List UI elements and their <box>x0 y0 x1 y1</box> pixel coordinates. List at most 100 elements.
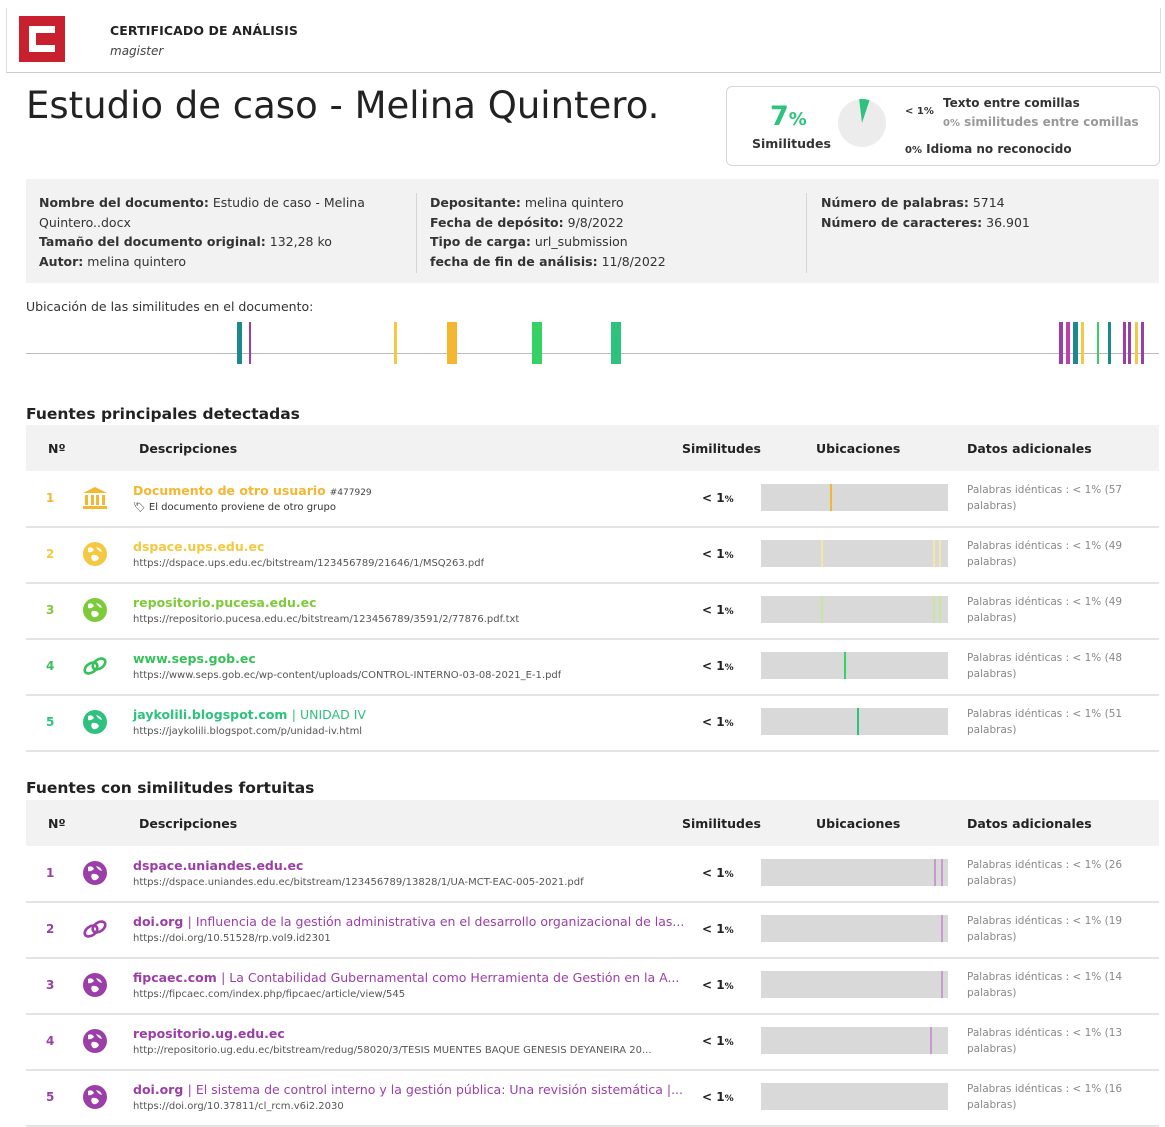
source-url[interactable]: https://doi.org/10.51528/rp.vol9.id2301 <box>133 933 331 944</box>
source-extra-data: Palabras idénticas : < 1% (26 palabras) <box>967 859 1123 887</box>
source-location-bar <box>761 596 948 623</box>
metadata-divider <box>806 193 807 273</box>
col-header-desc: Descripciones <box>139 441 238 456</box>
similarity-pie-chart <box>838 99 886 147</box>
source-row[interactable]: 5 doi.org | El sistema de control intern… <box>26 1070 1159 1127</box>
document-title: Estudio de caso - Melina Quintero. <box>26 84 660 127</box>
location-mark <box>1066 322 1070 364</box>
source-url[interactable]: https://doi.org/10.37811/cl_rcm.v6i2.203… <box>133 1101 344 1112</box>
source-name[interactable]: repositorio.pucesa.edu.ec <box>133 595 317 610</box>
source-number: 1 <box>46 491 55 505</box>
source-location-bar <box>761 1083 948 1110</box>
link-icon <box>82 653 108 679</box>
location-mark <box>830 484 832 511</box>
source-location-bar <box>761 971 948 998</box>
source-similarity: < 1% <box>702 659 734 673</box>
source-number: 4 <box>46 659 55 673</box>
col-header-num: Nº <box>48 441 66 456</box>
col-header-sim: Similitudes <box>682 816 761 831</box>
globe-icon <box>82 1084 108 1110</box>
source-number: 2 <box>46 922 55 936</box>
source-name[interactable]: doi.org | Influencia de la gestión admin… <box>133 914 684 929</box>
globe-icon <box>82 1028 108 1054</box>
fortuitous-table-header: Nº Descripciones Similitudes Ubicaciones… <box>26 800 1159 846</box>
source-url[interactable]: https://jaykolili.blogspot.com/p/unidad-… <box>133 726 362 737</box>
source-location-bar <box>761 915 948 942</box>
metadata-column-1: Nombre del documento: Estudio de caso - … <box>39 195 365 269</box>
source-url: 🏷 El documento proviene de otro grupo <box>133 502 336 513</box>
source-row[interactable]: 5 jaykolili.blogspot.com | UNIDAD IV htt… <box>26 695 1159 752</box>
document-metadata-panel: Nombre del documento: Estudio de caso - … <box>26 179 1159 283</box>
source-extra-data: Palabras idénticas : < 1% (49 palabras) <box>967 540 1123 568</box>
metadata-column-2: Depositante: melina quintero Fecha de de… <box>430 195 666 269</box>
source-extra-data: Palabras idénticas : < 1% (13 palabras) <box>967 1027 1123 1055</box>
source-name[interactable]: repositorio.ug.edu.ec <box>133 1026 285 1041</box>
source-similarity: < 1% <box>702 866 734 880</box>
source-number: 5 <box>46 715 55 729</box>
source-row[interactable]: 1 Documento de otro usuario #477929 🏷 El … <box>26 471 1159 528</box>
location-mark <box>1059 322 1063 364</box>
globe-icon <box>82 972 108 998</box>
source-location-bar <box>761 484 948 511</box>
location-mark <box>844 652 846 679</box>
source-name[interactable]: fipcaec.com | La Contabilidad Gubernamen… <box>133 970 679 985</box>
source-url[interactable]: https://dspace.uniandes.edu.ec/bitstream… <box>133 877 584 888</box>
source-name[interactable]: doi.org | El sistema de control interno … <box>133 1082 683 1097</box>
quotes-similarity: 0% similitudes entre comillas <box>943 115 1139 129</box>
location-mark <box>939 540 941 567</box>
location-mark <box>857 708 859 735</box>
col-header-extra: Datos adicionales <box>967 816 1092 831</box>
principal-sources-title: Fuentes principales detectadas <box>26 405 300 423</box>
source-name[interactable]: dspace.ups.edu.ec <box>133 539 264 554</box>
globe-icon <box>82 597 108 623</box>
source-number: 4 <box>46 1034 55 1048</box>
col-header-desc: Descripciones <box>139 816 238 831</box>
location-mark <box>1135 322 1138 364</box>
location-mark <box>1081 322 1084 364</box>
source-location-bar <box>761 859 948 886</box>
location-mark <box>611 322 621 364</box>
source-extra-data: Palabras idénticas : < 1% (16 palabras) <box>967 1083 1123 1111</box>
source-location-bar <box>761 708 948 735</box>
location-mark <box>941 859 943 886</box>
source-location-bar <box>761 1027 948 1054</box>
source-row[interactable]: 3 fipcaec.com | La Contabilidad Gubernam… <box>26 958 1159 1015</box>
source-name[interactable]: dspace.uniandes.edu.ec <box>133 858 303 873</box>
similarity-label: Similitudes <box>752 136 831 151</box>
col-header-num: Nº <box>48 816 66 831</box>
source-row[interactable]: 4 www.seps.gob.ec https://www.seps.gob.e… <box>26 639 1159 696</box>
source-url[interactable]: http://repositorio.ug.edu.ec/bitstream/r… <box>133 1045 652 1056</box>
source-row[interactable]: 3 repositorio.pucesa.edu.ec https://repo… <box>26 583 1159 640</box>
col-header-loc: Ubicaciones <box>816 441 901 456</box>
source-row[interactable]: 1 dspace.uniandes.edu.ec https://dspace.… <box>26 846 1159 903</box>
source-row[interactable]: 4 repositorio.ug.edu.ec http://repositor… <box>26 1014 1159 1071</box>
metadata-divider <box>416 193 417 273</box>
location-label: Ubicación de las similitudes en el docum… <box>26 299 314 314</box>
location-mark <box>1123 322 1126 364</box>
source-url[interactable]: https://repositorio.pucesa.edu.ec/bitstr… <box>133 614 519 625</box>
source-url[interactable]: https://fipcaec.com/index.php/fipcaec/ar… <box>133 989 405 1000</box>
source-name[interactable]: Documento de otro usuario #477929 <box>133 483 372 498</box>
location-mark <box>1141 322 1144 364</box>
certificate-subtitle: magister <box>110 44 164 58</box>
source-extra-data: Palabras idénticas : < 1% (14 palabras) <box>967 971 1123 999</box>
source-url[interactable]: https://www.seps.gob.ec/wp-content/uploa… <box>133 670 561 681</box>
col-header-extra: Datos adicionales <box>967 441 1092 456</box>
source-row[interactable]: 2 dspace.ups.edu.ec https://dspace.ups.e… <box>26 527 1159 584</box>
institution-icon <box>82 485 108 511</box>
globe-icon <box>82 709 108 735</box>
source-location-bar <box>761 652 948 679</box>
location-mark <box>941 971 943 998</box>
location-mark <box>933 540 935 567</box>
source-url[interactable]: https://dspace.ups.edu.ec/bitstream/1234… <box>133 558 484 569</box>
source-location-bar <box>761 540 948 567</box>
source-number: 2 <box>46 547 55 561</box>
source-similarity: < 1% <box>702 491 734 505</box>
source-name[interactable]: www.seps.gob.ec <box>133 651 256 666</box>
source-similarity: < 1% <box>702 1034 734 1048</box>
globe-icon <box>82 860 108 886</box>
col-header-loc: Ubicaciones <box>816 816 901 831</box>
location-mark <box>930 1027 932 1054</box>
source-row[interactable]: 2 doi.org | Influencia de la gestión adm… <box>26 902 1159 959</box>
source-name[interactable]: jaykolili.blogspot.com | UNIDAD IV <box>133 707 366 722</box>
